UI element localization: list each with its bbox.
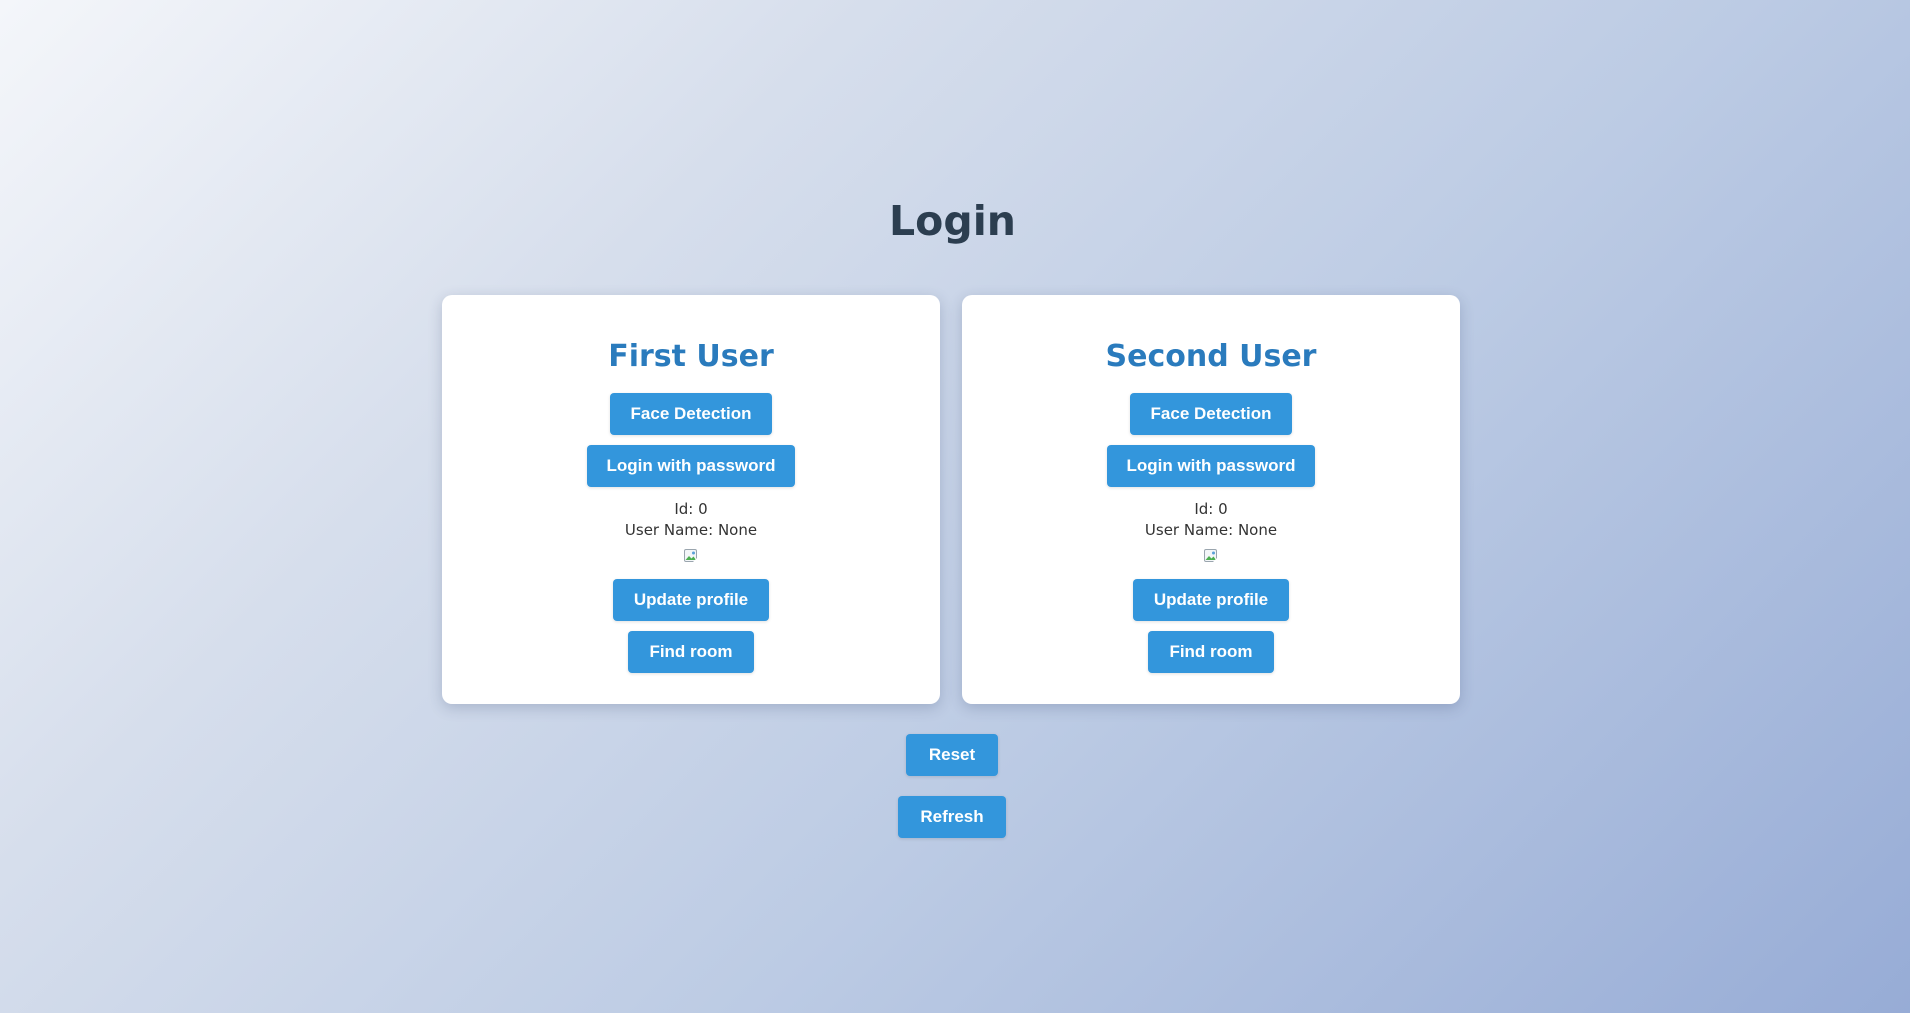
login-with-password-button[interactable]: Login with password: [1107, 445, 1315, 487]
user-id-text: Id: 0: [1194, 500, 1228, 518]
user-id-text: Id: 0: [674, 500, 708, 518]
first-user-card: First User Face Detection Login with pas…: [442, 295, 940, 704]
face-detection-button[interactable]: Face Detection: [1130, 393, 1292, 435]
user-name-text: User Name: None: [1144, 521, 1278, 539]
login-with-password-button[interactable]: Login with password: [587, 445, 795, 487]
update-profile-button[interactable]: Update profile: [1133, 579, 1289, 621]
page-title: Login: [889, 197, 1016, 245]
user-name-text: User Name: None: [624, 521, 758, 539]
second-user-card: Second User Face Detection Login with pa…: [962, 295, 1460, 704]
broken-image-icon: [1203, 548, 1219, 564]
find-room-button[interactable]: Find room: [628, 631, 754, 673]
update-profile-button[interactable]: Update profile: [613, 579, 769, 621]
refresh-button[interactable]: Refresh: [898, 796, 1006, 838]
card-title: Second User: [1105, 339, 1317, 374]
reset-button[interactable]: Reset: [906, 734, 998, 776]
find-room-button[interactable]: Find room: [1148, 631, 1274, 673]
broken-image-icon: [683, 548, 699, 564]
face-detection-button[interactable]: Face Detection: [610, 393, 772, 435]
card-title: First User: [608, 339, 774, 374]
